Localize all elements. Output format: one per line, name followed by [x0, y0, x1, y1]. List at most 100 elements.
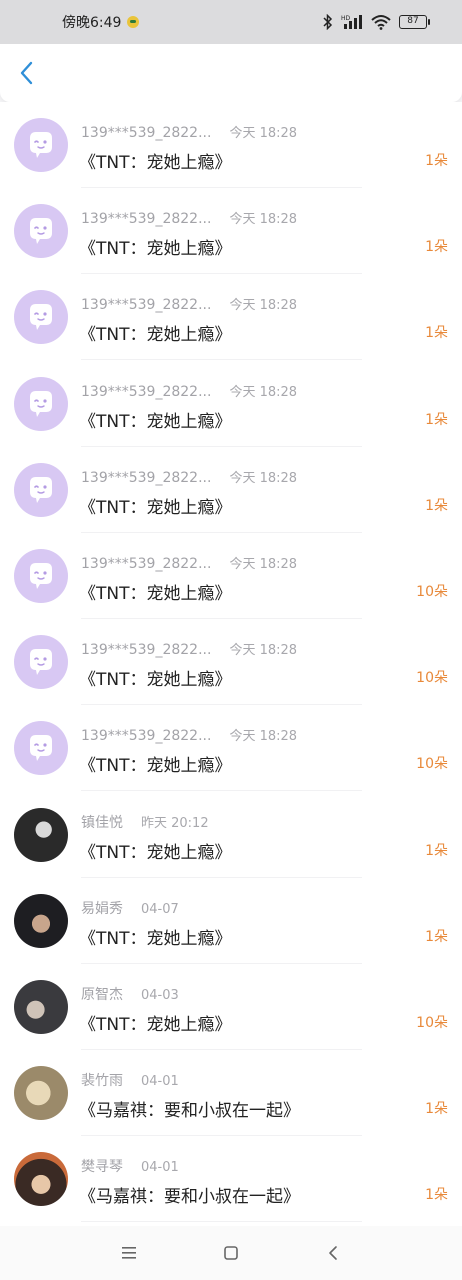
sender-line: 139***539_2822... 今天 18:28	[81, 553, 297, 572]
book-title: 《TNT：宠她上瘾》	[79, 325, 232, 346]
timestamp: 今天 18:28	[229, 212, 298, 228]
list-item[interactable]: 樊寻琴 04-01 《马嘉祺：要和小叔在一起》 1朵	[0, 1136, 462, 1223]
timestamp: 今天 18:28	[229, 643, 298, 659]
book-title: 《TNT：宠她上瘾》	[79, 411, 232, 432]
timestamp: 今天 18:28	[229, 298, 298, 314]
sender-line: 镇佳悦 昨天 20:12	[81, 812, 209, 832]
book-title: 《TNT：宠她上瘾》	[79, 497, 232, 518]
book-title: 《马嘉祺：要和小叔在一起》	[79, 1101, 300, 1122]
flower-count: 1朵	[425, 928, 448, 945]
clock: 傍晚6:49	[62, 15, 122, 31]
avatar[interactable]	[14, 807, 68, 862]
flower-count: 10朵	[416, 756, 448, 773]
avatar[interactable]	[14, 549, 68, 603]
list-item[interactable]: 139***539_2822... 今天 18:28 《TNT：宠她上瘾》 1朵	[0, 102, 462, 188]
status-icons: HD 87	[323, 14, 430, 30]
list-item[interactable]: 139***539_2822... 今天 18:28 《TNT：宠她上瘾》 10朵	[0, 533, 462, 619]
chevron-left-icon	[20, 61, 33, 85]
book-title: 《TNT：宠她上瘾》	[79, 153, 232, 173]
book-title: 《TNT：宠她上瘾》	[79, 756, 232, 777]
wifi-icon	[371, 15, 391, 30]
book-title: 《TNT：宠她上瘾》	[79, 584, 232, 604]
sender-line: 139***539_2822... 今天 18:28	[81, 208, 297, 227]
header	[0, 44, 462, 102]
nav-back-button[interactable]	[282, 1233, 384, 1273]
avatar[interactable]	[14, 893, 68, 948]
timestamp: 昨天 20:12	[141, 815, 209, 831]
list-item[interactable]: 139***539_2822... 今天 18:28 《TNT：宠她上瘾》 1朵	[0, 188, 462, 275]
sender-line: 139***539_2822... 今天 18:28	[81, 725, 297, 744]
sender-name: 139***539_2822...	[81, 211, 212, 228]
bluetooth-icon	[323, 14, 333, 30]
sender-line: 139***539_2822... 今天 18:28	[81, 294, 297, 313]
sender-name: 139***539_2822...	[81, 556, 212, 572]
sender-name: 139***539_2822...	[81, 469, 212, 486]
timestamp: 04-01	[141, 1074, 179, 1090]
flower-count: 1朵	[425, 239, 448, 256]
flower-count: 10朵	[416, 584, 448, 600]
list-item[interactable]: 裴竹雨 04-01 《马嘉祺：要和小叔在一起》 1朵	[0, 1050, 462, 1137]
timestamp: 今天 18:28	[229, 470, 298, 486]
sender-line: 139***539_2822... 今天 18:28	[81, 381, 297, 400]
chat-bubble-icon	[30, 390, 52, 417]
sender-line: 139***539_2822... 今天 18:28	[81, 467, 297, 486]
book-title: 《TNT：宠她上瘾》	[79, 1015, 232, 1035]
chat-bubble-icon	[30, 132, 52, 158]
avatar[interactable]	[14, 462, 68, 517]
back-icon	[329, 1246, 337, 1260]
list-item[interactable]: 139***539_2822... 今天 18:28 《TNT：宠她上瘾》 10朵	[0, 619, 462, 706]
flower-count: 1朵	[425, 497, 448, 514]
flower-count: 1朵	[425, 842, 448, 859]
home-button[interactable]	[180, 1233, 282, 1273]
sender-name: 易娟秀	[81, 900, 123, 917]
timestamp: 04-03	[141, 988, 179, 1003]
battery-icon: 87	[399, 15, 430, 29]
list-item[interactable]: 镇佳悦 昨天 20:12 《TNT：宠她上瘾》 1朵	[0, 792, 462, 878]
timestamp: 今天 18:28	[229, 384, 298, 400]
sender-name: 139***539_2822...	[81, 642, 212, 659]
list-item[interactable]: 原智杰 04-03 《TNT：宠她上瘾》 10朵	[0, 964, 462, 1050]
avatar[interactable]	[14, 980, 68, 1034]
sender-name: 139***539_2822...	[81, 125, 212, 141]
back-button[interactable]	[12, 58, 42, 88]
chat-bubble-icon	[30, 649, 52, 676]
flower-count: 1朵	[425, 411, 448, 428]
avatar[interactable]	[14, 635, 68, 690]
chat-bubble-icon	[30, 735, 52, 762]
flower-count: 10朵	[416, 670, 448, 687]
list-item[interactable]: 139***539_2822... 今天 18:28 《TNT：宠她上瘾》 10朵	[0, 705, 462, 792]
timestamp: 今天 18:28	[229, 729, 298, 745]
flower-count: 1朵	[425, 153, 448, 169]
home-icon	[224, 1246, 238, 1260]
sender-name: 原智杰	[81, 987, 123, 1003]
avatar[interactable]	[14, 204, 68, 259]
sender-name: 樊寻琴	[81, 1159, 123, 1176]
sender-name: 139***539_2822...	[81, 728, 212, 745]
menu-button[interactable]	[78, 1233, 180, 1273]
notification-icon	[127, 16, 140, 28]
avatar[interactable]	[14, 1152, 68, 1207]
system-nav-bar	[0, 1226, 462, 1280]
status-time: 傍晚6:49	[62, 12, 140, 32]
list-item[interactable]: 139***539_2822... 今天 18:28 《TNT：宠她上瘾》 1朵	[0, 447, 462, 533]
signal-icon: HD	[341, 15, 362, 29]
flower-count: 10朵	[416, 1015, 448, 1031]
book-title: 《TNT：宠她上瘾》	[79, 928, 232, 949]
flower-count: 1朵	[425, 1101, 448, 1118]
list-item[interactable]: 139***539_2822... 今天 18:28 《TNT：宠她上瘾》 1朵	[0, 274, 462, 361]
status-bar: 傍晚6:49 HD 87	[0, 0, 462, 44]
avatar[interactable]	[14, 1066, 68, 1121]
sender-line: 原智杰 04-03	[81, 984, 179, 1004]
list-item[interactable]: 139***539_2822... 今天 18:28 《TNT：宠她上瘾》 1朵	[0, 361, 462, 447]
flower-count: 1朵	[425, 325, 448, 342]
avatar[interactable]	[14, 118, 68, 172]
avatar[interactable]	[14, 376, 68, 431]
avatar[interactable]	[14, 290, 68, 345]
gift-record-list: 139***539_2822... 今天 18:28 《TNT：宠她上瘾》 1朵 139…	[0, 102, 462, 1226]
sender-name: 139***539_2822...	[81, 383, 212, 400]
list-item[interactable]: 易娟秀 04-07 《TNT：宠她上瘾》 1朵	[0, 878, 462, 964]
chat-bubble-icon	[30, 304, 52, 331]
book-title: 《TNT：宠她上瘾》	[79, 842, 232, 863]
avatar[interactable]	[14, 721, 68, 776]
timestamp: 04-01	[141, 1160, 179, 1176]
